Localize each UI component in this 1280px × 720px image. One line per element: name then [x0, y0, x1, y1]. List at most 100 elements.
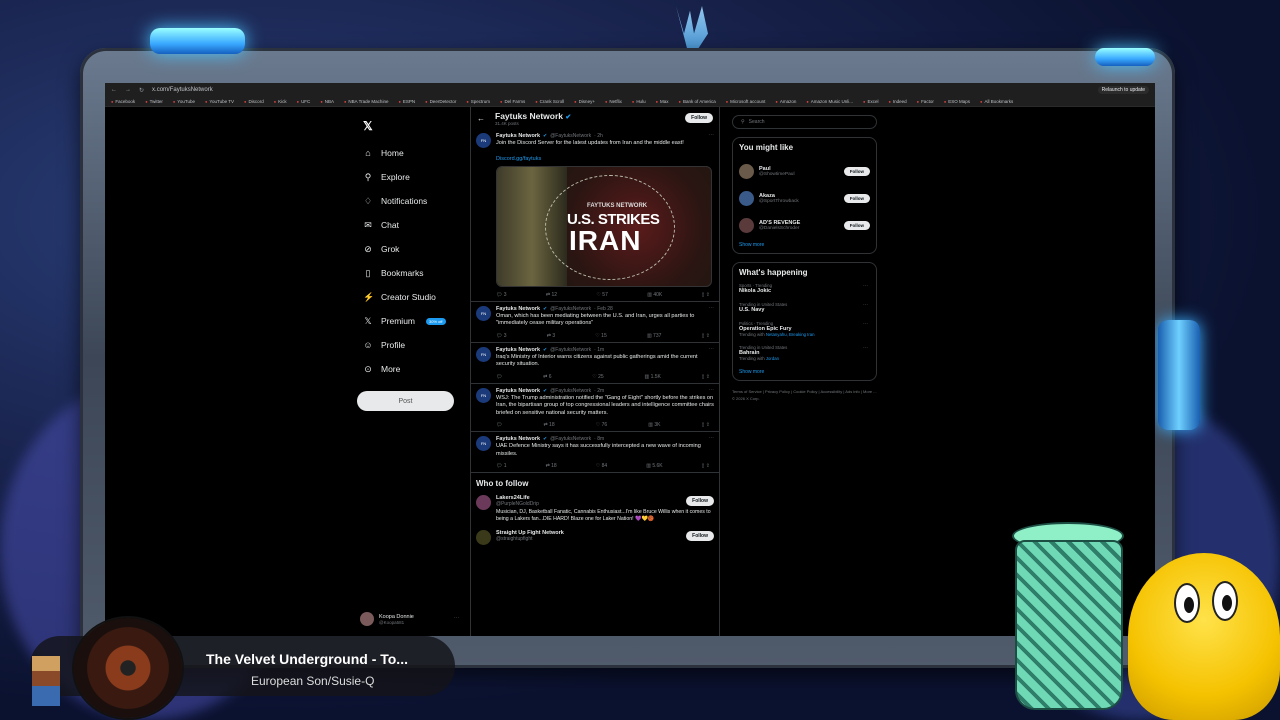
- tweet-author[interactable]: Faytuks Network: [496, 133, 540, 139]
- avatar[interactable]: FN: [476, 346, 491, 362]
- follow-button[interactable]: Follow: [843, 194, 870, 203]
- more-icon[interactable]: ⋯: [454, 616, 460, 622]
- repost-icon[interactable]: ⇄ 18: [546, 463, 557, 469]
- show-more-trends-link[interactable]: Show more: [739, 369, 870, 375]
- more-icon[interactable]: ⋯: [709, 388, 715, 394]
- bookmark-item[interactable]: Disney+: [574, 99, 595, 104]
- nav-item-bookmarks[interactable]: ▯ Bookmarks: [357, 261, 457, 285]
- bookmark-item[interactable]: Spectrum: [466, 99, 490, 104]
- bookmark-item[interactable]: NBA: [320, 99, 334, 104]
- views-icon[interactable]: ▥ 1.5K: [644, 374, 660, 380]
- tweet[interactable]: FN Faytuks Network ✔ @FaytuksNetwork · 2h ⋯ Jo…: [471, 129, 719, 302]
- bookmark-item[interactable]: Facebook: [111, 99, 135, 104]
- tweet-author[interactable]: Faytuks Network: [496, 388, 540, 394]
- nav-item-home[interactable]: ⌂ Home: [357, 141, 457, 165]
- trend-item[interactable]: Trending in United States Bahrain ⋯ Trendin…: [739, 345, 870, 361]
- reply-icon[interactable]: 💬︎ 3: [496, 333, 507, 339]
- tweet-handle[interactable]: @FaytuksNetwork: [550, 347, 591, 353]
- repost-icon[interactable]: ⇄ 12: [546, 292, 557, 298]
- more-icon[interactable]: ⋯: [709, 347, 715, 353]
- suggestion-item[interactable]: Paul @ShowtimePaul Follow: [739, 158, 870, 185]
- avatar[interactable]: [739, 164, 754, 179]
- reload-icon[interactable]: ↻: [139, 87, 144, 94]
- back-icon[interactable]: ←: [111, 87, 117, 93]
- views-icon[interactable]: ▥ 3K: [648, 422, 660, 428]
- reply-icon[interactable]: 💬︎: [496, 422, 502, 428]
- bookmark-item[interactable]: Netflix: [605, 99, 622, 104]
- avatar[interactable]: FN: [476, 387, 491, 403]
- url-field[interactable]: x.com/FaytuksNetwork: [152, 87, 1090, 93]
- tweet-link[interactable]: Discord.gg/faytuks: [496, 156, 714, 162]
- trend-item[interactable]: Politics · Trending Operation Epic Fury ⋯ T…: [739, 321, 870, 337]
- nav-item-explore[interactable]: ⚲ Explore: [357, 165, 457, 189]
- like-icon[interactable]: ♡ 76: [596, 422, 607, 428]
- trend-item[interactable]: Sports · Trending Nikola Jokic ⋯: [739, 283, 870, 294]
- bookmark-item[interactable]: Kick: [274, 99, 287, 104]
- tweet-time[interactable]: · 8m: [594, 436, 604, 442]
- nav-item-notifications[interactable]: ♢ Notifications: [357, 189, 457, 213]
- nav-item-profile[interactable]: ☺ Profile: [357, 333, 457, 357]
- suggestion-item[interactable]: AD'S REVENGE @DanielsSchroder Follow: [739, 212, 870, 239]
- who-to-follow-item[interactable]: Straight Up Fight Network @straightupfigh…: [471, 527, 719, 548]
- trend-item[interactable]: Trending in United States U.S. Navy ⋯: [739, 302, 870, 313]
- more-icon[interactable]: ⋯: [863, 283, 868, 289]
- tweet-time[interactable]: · 1m: [594, 347, 604, 353]
- tweet[interactable]: FN Faytuks Network ✔ @FaytuksNetwork · Feb 2…: [471, 302, 719, 343]
- reply-icon[interactable]: 💬︎ 3: [496, 292, 507, 298]
- tweet-time[interactable]: · Feb 28: [594, 306, 613, 312]
- avatar[interactable]: [739, 218, 754, 233]
- tweet[interactable]: FN Faytuks Network ✔ @FaytuksNetwork · 1m ⋯ Ir…: [471, 343, 719, 384]
- more-icon[interactable]: ⋯: [863, 321, 868, 327]
- bookmark-item[interactable]: ESO Maps: [944, 99, 970, 104]
- views-icon[interactable]: ▥ 40K: [647, 292, 662, 298]
- reply-icon[interactable]: 💬︎: [496, 374, 502, 380]
- like-icon[interactable]: ♡ 84: [596, 463, 607, 469]
- bookmark-item[interactable]: Factor: [917, 99, 934, 104]
- bookmark-item[interactable]: Max: [656, 99, 669, 104]
- bookmark-item[interactable]: All Bookmarks: [980, 99, 1013, 104]
- tweet-time[interactable]: · 2h: [594, 133, 603, 139]
- bookmark-item[interactable]: DeerDetector: [425, 99, 457, 104]
- suggestion-item[interactable]: Akaza @SportThrowback Follow: [739, 185, 870, 212]
- tweet-author[interactable]: Faytuks Network: [496, 436, 540, 442]
- back-arrow-icon[interactable]: ←: [477, 114, 485, 123]
- repost-icon[interactable]: ⇄ 3: [547, 333, 555, 339]
- more-icon[interactable]: ⋯: [863, 302, 868, 308]
- like-icon[interactable]: ♡ 15: [595, 333, 606, 339]
- tweet-handle[interactable]: @FaytuksNetwork: [550, 388, 591, 394]
- bookmark-item[interactable]: Bank of America: [679, 99, 716, 104]
- tweet-handle[interactable]: @FaytuksNetwork: [550, 133, 591, 139]
- follow-button[interactable]: Follow: [686, 496, 714, 507]
- nav-item-creator-studio[interactable]: ⚡ Creator Studio: [357, 285, 457, 309]
- bookmark-item[interactable]: Discord: [244, 99, 263, 104]
- nav-item-chat[interactable]: ✉ Chat: [357, 213, 457, 237]
- avatar[interactable]: [739, 191, 754, 206]
- who-to-follow-item[interactable]: Lakers24Life @PurpleNGoldDrip Follow Musici…: [471, 492, 719, 526]
- bookmark-icon[interactable]: ▯ ⇪: [702, 463, 710, 469]
- bookmark-item[interactable]: Excel: [863, 99, 878, 104]
- bookmark-item[interactable]: Amazon: [775, 99, 797, 104]
- repost-icon[interactable]: ⇄ 18: [543, 422, 554, 428]
- tweet-image[interactable]: FAYTUKS NETWORK U.S. STRIKES IRAN: [496, 165, 712, 287]
- account-switcher[interactable]: Koopa Donnie @Koopa581 ⋯: [360, 612, 459, 626]
- more-icon[interactable]: ⋯: [709, 436, 715, 442]
- tweet-handle[interactable]: @FaytuksNetwork: [550, 436, 591, 442]
- repost-icon[interactable]: ⇄ 6: [543, 374, 551, 380]
- avatar[interactable]: [476, 495, 491, 511]
- nav-item-more[interactable]: ⊙ More: [357, 357, 457, 381]
- forward-icon[interactable]: →: [125, 87, 131, 93]
- avatar[interactable]: FN: [476, 133, 491, 148]
- trend-with-topics[interactable]: Jordan: [766, 356, 779, 361]
- bookmark-item[interactable]: Amazon Music Unli...: [806, 99, 853, 104]
- more-icon[interactable]: ⋯: [709, 306, 715, 312]
- follow-button[interactable]: Follow: [843, 167, 870, 176]
- bookmark-item[interactable]: Crank Scroll: [535, 99, 565, 104]
- tweet[interactable]: FN Faytuks Network ✔ @FaytuksNetwork · 8m ⋯ UA…: [471, 432, 719, 474]
- tweet-time[interactable]: · 2m: [594, 388, 604, 394]
- bookmark-item[interactable]: NBA Trade Machine: [344, 99, 388, 104]
- follow-button[interactable]: Follow: [843, 221, 870, 230]
- follow-button[interactable]: Follow: [686, 530, 714, 541]
- nav-item-premium[interactable]: 𝕏 Premium 30% off: [357, 309, 457, 333]
- tweet-author[interactable]: Faytuks Network: [496, 347, 540, 353]
- bookmark-item[interactable]: Twitter: [145, 99, 163, 104]
